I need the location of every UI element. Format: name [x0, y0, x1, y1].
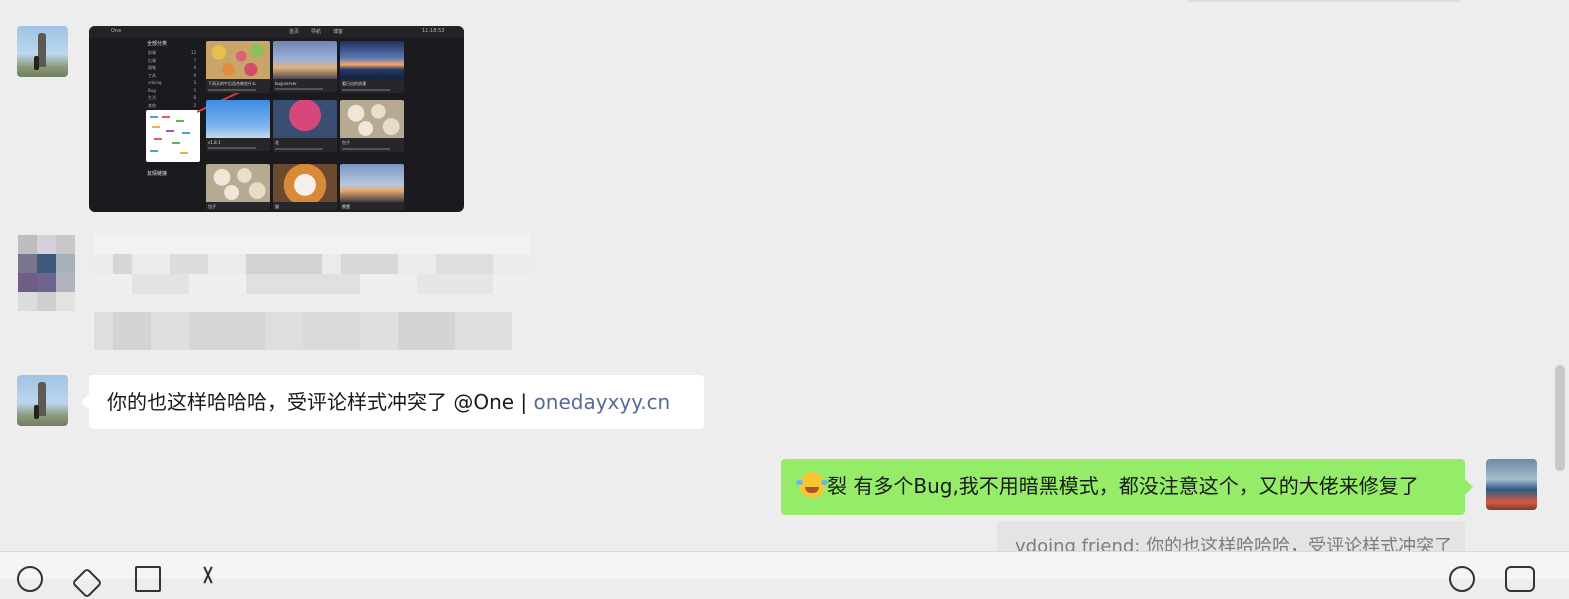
- embedded-card: 猫: [273, 164, 337, 210]
- embedded-card: 包子: [206, 164, 270, 210]
- embedded-category: 其他 2: [148, 102, 196, 108]
- folder-icon[interactable]: [135, 566, 161, 592]
- tower-figure: [38, 33, 46, 67]
- scissors-icon[interactable]: [196, 566, 222, 592]
- previous-message-edge: [1188, 0, 1460, 2]
- outgoing-text-message[interactable]: 裂 有多个Bug,我不用暗黑模式，都没注意这个，又的大佬来修复了: [781, 459, 1473, 515]
- emoji-icon[interactable]: [17, 566, 43, 592]
- embedded-tab: 导航: [311, 29, 322, 35]
- embedded-topbar: One 首页 导航 博客 11:18:53: [89, 26, 464, 38]
- message-text: 你的也这样哈哈哈，受评论样式冲突了 @One |: [107, 390, 534, 414]
- input-toolbar: [0, 552, 1569, 599]
- my-avatar[interactable]: [1486, 459, 1537, 510]
- chat-scrollbar[interactable]: [1555, 365, 1565, 471]
- screenshot-image-message[interactable]: One 首页 导航 博客 11:18:53 全部分类 前端 12 后端 7 随笔 4 …: [89, 26, 464, 212]
- embedded-card: v1.8.1: [206, 100, 270, 151]
- blurred-avatar: [18, 235, 75, 311]
- embedded-category: vdoing 3: [148, 80, 196, 85]
- embedded-friends-title: 友情链接: [147, 171, 168, 177]
- embedded-site-name: One: [111, 28, 122, 34]
- embedded-card: 下雨天的午后适合做些什么: [206, 41, 270, 93]
- embedded-sidebar-title: 全部分类: [147, 41, 168, 47]
- incoming-text-message[interactable]: 你的也这样哈哈哈，受评论样式冲突了 @One | onedayxyy.cn: [81, 375, 704, 429]
- embedded-category: Bug 5: [148, 87, 196, 93]
- laugh-cry-emoji-icon: [796, 472, 825, 498]
- embedded-category: 工具 9: [148, 72, 196, 78]
- embedded-card: 包子: [340, 100, 404, 152]
- person-figure: [34, 56, 39, 70]
- embedded-tab: 首页: [289, 29, 300, 35]
- message-text: 裂 有多个Bug,我不用暗黑模式，都没注意这个，又的大佬来修复了: [827, 474, 1419, 498]
- embedded-card: 看日出的浪漫: [340, 41, 404, 93]
- embedded-category: 生活 8: [148, 95, 196, 100]
- embedded-card: 花: [273, 100, 337, 152]
- tower-figure: [38, 382, 46, 416]
- message-link[interactable]: onedayxyy.cn: [534, 390, 671, 414]
- embedded-category: 随笔 4: [148, 65, 196, 70]
- embedded-category: 后端 7: [148, 57, 196, 63]
- embedded-tab: 博客: [333, 29, 344, 35]
- embedded-category: 前端 12: [148, 50, 196, 55]
- embedded-card: 晚霞: [340, 164, 404, 210]
- favorite-icon[interactable]: [71, 567, 103, 599]
- contact-avatar[interactable]: [17, 26, 68, 77]
- video-icon[interactable]: [1505, 566, 1535, 592]
- embedded-card: bug-server: [273, 41, 337, 92]
- call-icon[interactable]: [1449, 566, 1475, 592]
- embedded-tag-cloud: [146, 110, 200, 162]
- contact-avatar[interactable]: [17, 375, 68, 426]
- embedded-clock: 11:18:53: [422, 28, 445, 34]
- person-figure: [34, 405, 39, 419]
